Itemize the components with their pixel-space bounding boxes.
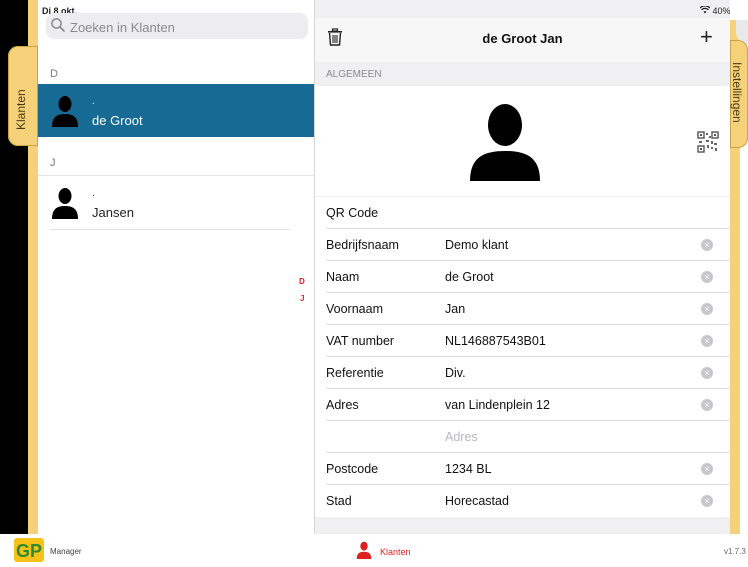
clear-icon[interactable]: × [701, 271, 713, 283]
gp-logo: GP [14, 538, 44, 562]
customer-photo-silhouette-icon[interactable] [470, 101, 540, 181]
qr-code-icon[interactable] [697, 131, 719, 158]
list-item-name: Jansen [92, 205, 134, 220]
instellingen-side-tab[interactable]: Instellingen [730, 40, 748, 148]
clear-icon[interactable]: × [701, 495, 713, 507]
row-divider [50, 229, 290, 230]
field-value[interactable]: de Groot [445, 270, 494, 284]
klanten-side-tab-label: Klanten [14, 89, 28, 130]
field-adres[interactable]: Adres van Lindenplein 12 × [315, 389, 730, 421]
field-value[interactable]: Horecastad [445, 494, 509, 508]
bottom-bar [0, 534, 748, 562]
detail-title: de Groot Jan [482, 31, 563, 46]
klanten-tab-icon[interactable] [355, 541, 373, 564]
person-silhouette-icon [52, 188, 78, 219]
manager-label[interactable]: Manager [50, 547, 82, 556]
search-input[interactable] [68, 16, 302, 38]
clear-icon[interactable]: × [701, 367, 713, 379]
photo-card [315, 86, 730, 196]
plus-icon: + [700, 24, 713, 49]
status-wifi-battery: 40% [699, 5, 731, 16]
field-postcode[interactable]: Postcode 1234 BL × [315, 453, 730, 485]
search-bar[interactable] [46, 13, 308, 39]
field-value[interactable]: Demo klant [445, 238, 508, 252]
wifi-icon [699, 5, 711, 14]
list-item-dot: . [92, 188, 95, 199]
field-value[interactable]: NL146887543B01 [445, 334, 546, 348]
list-item-jansen[interactable]: . Jansen [38, 176, 314, 229]
field-placeholder[interactable]: Adres [445, 430, 478, 444]
gp-logo-text: GP [16, 541, 42, 561]
section-header-d: D [50, 68, 58, 80]
version-label: v1.7.3 [724, 547, 746, 556]
field-adres-2[interactable]: Adres [315, 421, 730, 453]
klanten-tab-label[interactable]: Klanten [380, 547, 411, 557]
field-value[interactable]: van Lindenplein 12 [445, 398, 550, 412]
field-bedrijfsnaam[interactable]: Bedrijfsnaam Demo klant × [315, 229, 730, 261]
index-letter-j[interactable]: J [300, 294, 304, 303]
clear-icon[interactable]: × [701, 399, 713, 411]
section-header-j: J [50, 157, 56, 169]
list-item-name: de Groot [92, 113, 143, 128]
person-silhouette-icon [52, 96, 78, 127]
qr-code-row[interactable]: QR Code [315, 197, 730, 229]
section-label-algemeen: ALGEMEEN [326, 69, 382, 80]
instellingen-side-tab-label: Instellingen [730, 62, 744, 123]
field-naam[interactable]: Naam de Groot × [315, 261, 730, 293]
search-icon [50, 17, 66, 38]
field-stad[interactable]: Stad Horecastad × [315, 485, 730, 517]
field-value[interactable]: 1234 BL [445, 462, 492, 476]
index-letter-d[interactable]: D [299, 277, 305, 286]
clear-icon[interactable]: × [701, 303, 713, 315]
clear-icon[interactable]: × [701, 463, 713, 475]
field-referentie[interactable]: Referentie Div. × [315, 357, 730, 389]
field-vat-number[interactable]: VAT number NL146887543B01 × [315, 325, 730, 357]
list-item-de-groot[interactable]: . de Groot [38, 84, 314, 137]
field-value[interactable]: Div. [445, 366, 466, 380]
field-voornaam[interactable]: Voornaam Jan × [315, 293, 730, 325]
list-item-dot: . [92, 96, 95, 107]
klanten-side-tab[interactable]: Klanten [8, 46, 38, 146]
clear-icon[interactable]: × [701, 239, 713, 251]
clear-icon[interactable]: × [701, 335, 713, 347]
battery-percentage: 40% [712, 6, 731, 16]
field-value[interactable]: Jan [445, 302, 465, 316]
add-button[interactable]: + [700, 26, 713, 48]
